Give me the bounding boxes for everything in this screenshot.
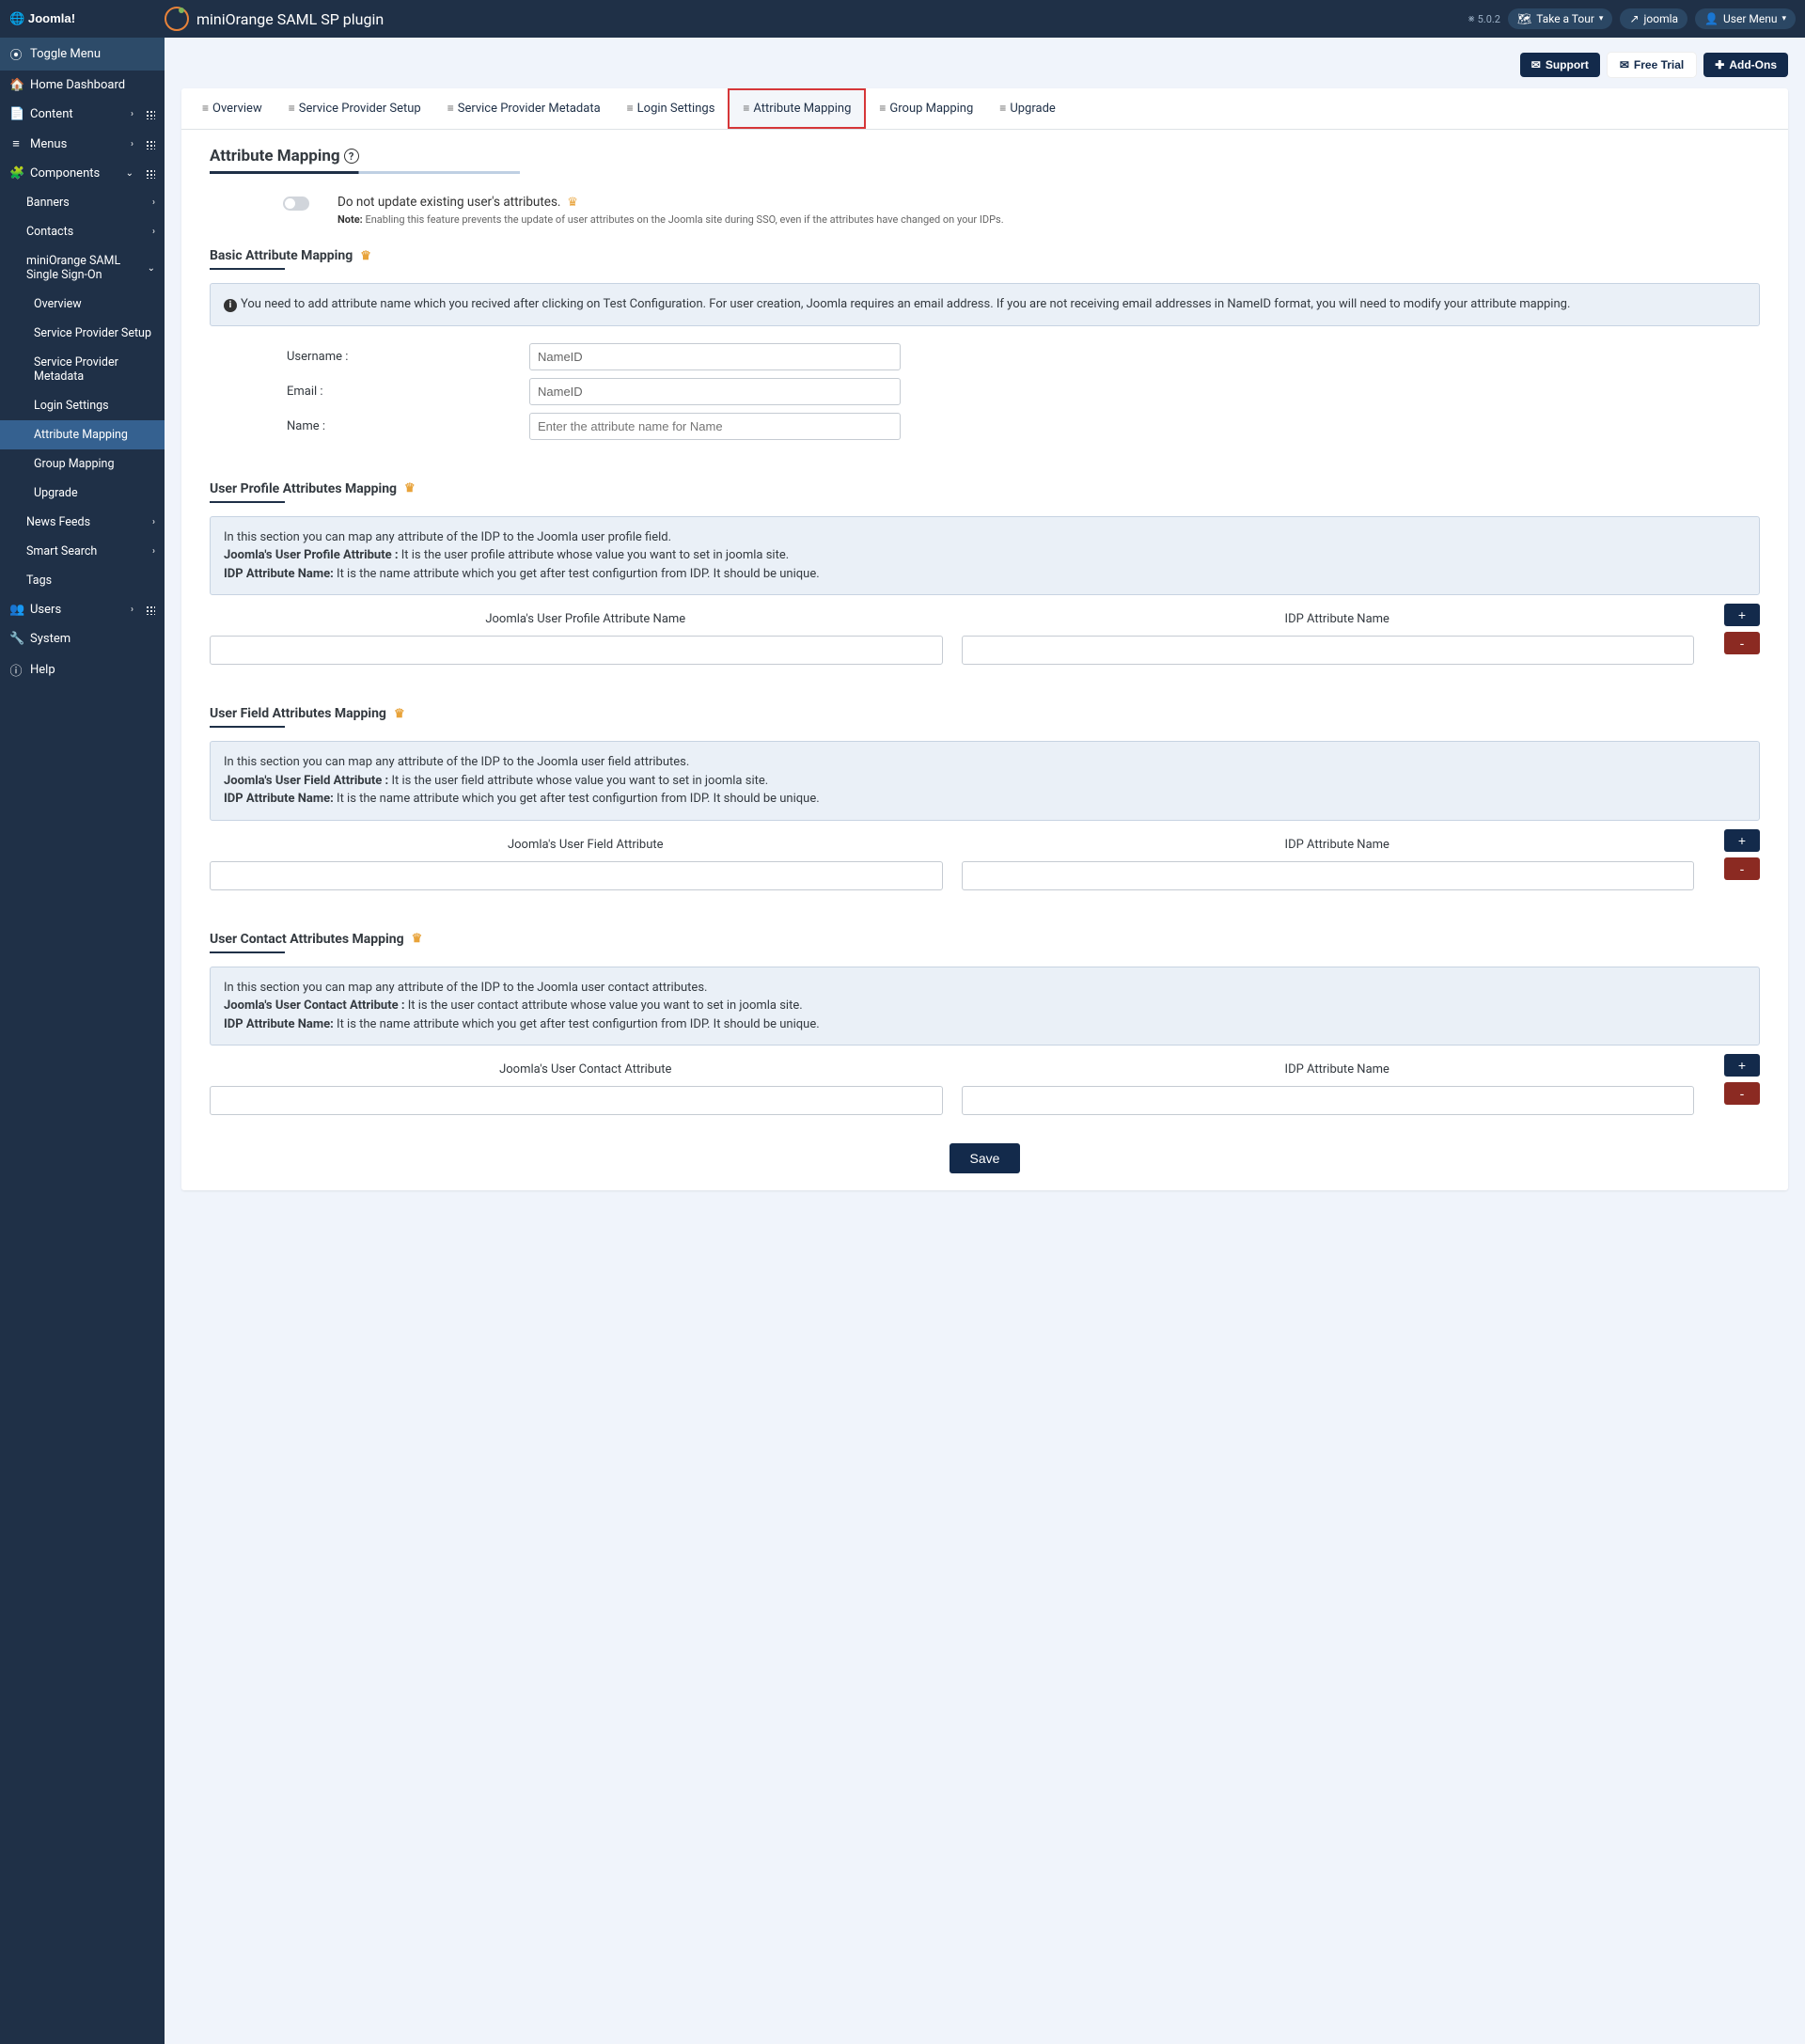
sidebar-item-content[interactable]: 📄Content› xyxy=(0,100,165,129)
list-icon xyxy=(202,102,209,116)
field-add-button[interactable]: + xyxy=(1724,829,1760,852)
tab-overview[interactable]: Overview xyxy=(189,88,275,129)
idp-col-header: IDP Attribute Name xyxy=(962,1062,1714,1077)
site-link-button[interactable]: ↗joomla xyxy=(1620,8,1687,29)
sidebar-item-help[interactable]: ⓘHelp xyxy=(0,653,165,686)
profile-joomla-input[interactable] xyxy=(210,636,943,665)
help-icon[interactable]: ? xyxy=(344,149,359,164)
username-label: Username : xyxy=(210,350,529,364)
plugin-icon xyxy=(165,7,189,31)
section-profile-title: User Profile Attributes Mapping♛ xyxy=(210,481,1760,496)
version-label: ⨳ 5.0.2 xyxy=(1468,12,1500,25)
crown-icon: ♛ xyxy=(412,932,423,946)
contact-idp-input[interactable] xyxy=(962,1086,1695,1115)
name-label: Name : xyxy=(210,419,529,433)
sidebar-item-login-settings[interactable]: Login Settings xyxy=(0,391,165,420)
tab-upgrade[interactable]: Upgrade xyxy=(986,88,1069,129)
crown-icon: ♛ xyxy=(394,707,405,721)
sidebar-item-upgrade[interactable]: Upgrade xyxy=(0,479,165,508)
do-not-update-toggle[interactable] xyxy=(283,197,309,211)
contact-remove-button[interactable]: - xyxy=(1724,1082,1760,1105)
tab-sp-setup[interactable]: Service Provider Setup xyxy=(275,88,434,129)
support-button[interactable]: ✉ Support xyxy=(1520,53,1600,77)
profile-info-box: In this section you can map any attribut… xyxy=(210,516,1760,596)
sidebar-item-sp-metadata[interactable]: Service Provider Metadata xyxy=(0,348,165,391)
list-icon xyxy=(879,102,886,116)
profile-col1-header: Joomla's User Profile Attribute Name xyxy=(210,612,962,626)
grid-icon[interactable] xyxy=(145,605,155,615)
contact-add-button[interactable]: + xyxy=(1724,1054,1760,1077)
tab-group-mapping[interactable]: Group Mapping xyxy=(866,88,986,129)
tab-sp-metadata[interactable]: Service Provider Metadata xyxy=(434,88,614,129)
idp-col-header: IDP Attribute Name xyxy=(962,612,1714,626)
sidebar-item-home[interactable]: 🏠Home Dashboard xyxy=(0,71,165,100)
title-underline xyxy=(210,171,520,174)
list-icon xyxy=(289,102,295,116)
user-menu-button[interactable]: 👤User Menu▾ xyxy=(1695,8,1796,29)
list-icon xyxy=(627,102,634,116)
list-icon xyxy=(447,102,454,116)
list-icon xyxy=(743,102,749,116)
list-icon xyxy=(999,102,1006,116)
addons-button[interactable]: ✚ Add-Ons xyxy=(1703,53,1788,77)
field-info-box: In this section you can map any attribut… xyxy=(210,741,1760,821)
info-icon: i xyxy=(224,299,237,312)
sidebar-item-menus[interactable]: ≡Menus› xyxy=(0,129,165,159)
field-col1-header: Joomla's User Field Attribute xyxy=(210,838,962,852)
contact-col1-header: Joomla's User Contact Attribute xyxy=(210,1062,962,1077)
sidebar-item-banners[interactable]: Banners› xyxy=(0,188,165,217)
idp-col-header: IDP Attribute Name xyxy=(962,838,1714,852)
save-button[interactable]: Save xyxy=(950,1143,1021,1173)
crown-icon: ♛ xyxy=(360,249,371,263)
sidebar-item-system[interactable]: 🔧System xyxy=(0,624,165,653)
toggle-menu-button[interactable]: ⦿Toggle Menu xyxy=(0,38,165,71)
field-joomla-input[interactable] xyxy=(210,861,943,890)
grid-icon[interactable] xyxy=(145,168,155,179)
take-tour-button[interactable]: 🗺Take a Tour▾ xyxy=(1508,8,1612,29)
email-label: Email : xyxy=(210,385,529,399)
contact-joomla-input[interactable] xyxy=(210,1086,943,1115)
basic-info-box: iYou need to add attribute name which yo… xyxy=(210,283,1760,326)
sidebar-item-overview[interactable]: Overview xyxy=(0,290,165,319)
name-input[interactable] xyxy=(529,413,901,440)
tab-login-settings[interactable]: Login Settings xyxy=(614,88,729,129)
crown-icon: ♛ xyxy=(404,481,416,495)
crown-icon: ♛ xyxy=(567,196,578,210)
section-contact-title: User Contact Attributes Mapping♛ xyxy=(210,932,1760,947)
grid-icon[interactable] xyxy=(145,109,155,119)
sidebar-item-components[interactable]: 🧩Components⌄ xyxy=(0,159,165,188)
free-trial-button[interactable]: ✉ Free Trial xyxy=(1608,53,1696,77)
tab-attribute-mapping[interactable]: Attribute Mapping xyxy=(728,88,866,129)
email-input[interactable] xyxy=(529,378,901,405)
grid-icon[interactable] xyxy=(145,139,155,149)
page-title: Attribute Mapping ? xyxy=(210,147,1760,165)
profile-idp-input[interactable] xyxy=(962,636,1695,665)
sidebar-item-attribute-mapping[interactable]: Attribute Mapping xyxy=(0,420,165,449)
profile-remove-button[interactable]: - xyxy=(1724,632,1760,654)
plugin-title: miniOrange SAML SP plugin xyxy=(196,10,384,28)
sidebar-item-group-mapping[interactable]: Group Mapping xyxy=(0,449,165,479)
sidebar-item-users[interactable]: 👥Users› xyxy=(0,595,165,624)
username-input[interactable] xyxy=(529,343,901,370)
sidebar-item-tags[interactable]: Tags xyxy=(0,566,165,595)
section-field-title: User Field Attributes Mapping♛ xyxy=(210,706,1760,721)
profile-add-button[interactable]: + xyxy=(1724,604,1760,626)
sidebar-item-sp-setup[interactable]: Service Provider Setup xyxy=(0,319,165,348)
toggle-label: Do not update existing user's attributes… xyxy=(337,195,1004,210)
sidebar-item-news-feeds[interactable]: News Feeds› xyxy=(0,508,165,537)
svg-text:🌐 Joomla!: 🌐 Joomla! xyxy=(9,11,75,25)
toggle-note: Note: Enabling this feature prevents the… xyxy=(337,213,1004,226)
field-remove-button[interactable]: - xyxy=(1724,857,1760,880)
contact-info-box: In this section you can map any attribut… xyxy=(210,967,1760,1046)
sidebar-item-contacts[interactable]: Contacts› xyxy=(0,217,165,246)
section-basic-title: Basic Attribute Mapping♛ xyxy=(210,248,1760,263)
joomla-logo[interactable]: 🌐 Joomla! xyxy=(9,10,165,27)
sidebar-item-miniorange-saml[interactable]: miniOrange SAML Single Sign-On⌄ xyxy=(0,246,165,290)
sidebar-item-smart-search[interactable]: Smart Search› xyxy=(0,537,165,566)
field-idp-input[interactable] xyxy=(962,861,1695,890)
